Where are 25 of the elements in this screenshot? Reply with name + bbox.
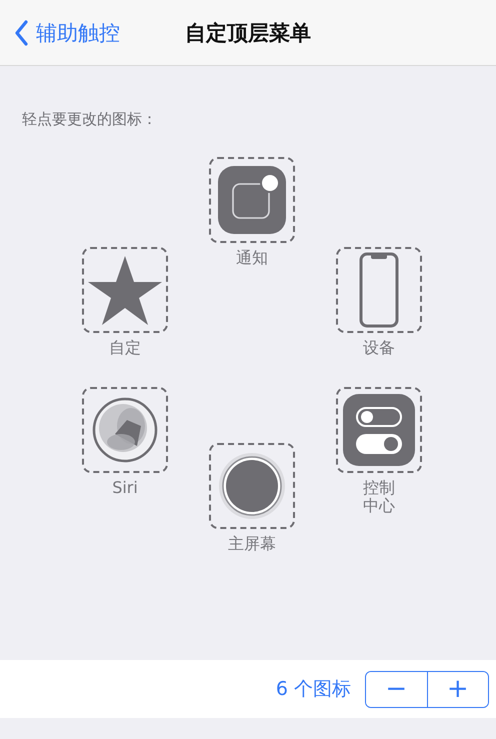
icon-label: 控制中心 <box>362 479 396 516</box>
back-label: 辅助触控 <box>36 20 120 46</box>
icon-label: 主屏幕 <box>228 535 276 554</box>
star-icon <box>87 254 163 326</box>
icon-slot[interactable] <box>336 387 422 473</box>
icon-label: Siri <box>112 479 138 498</box>
plus-button[interactable]: + <box>426 672 488 706</box>
icon-slot[interactable] <box>209 443 295 529</box>
siri-orb-icon <box>91 396 159 464</box>
icon-label: 设备 <box>363 339 395 358</box>
instruction-text: 轻点要更改的图标： <box>21 109 158 129</box>
phone-icon <box>359 252 399 328</box>
back-chevron-icon <box>14 20 28 46</box>
nav-title: 自定顶层菜单 <box>184 20 312 46</box>
home-button-icon <box>218 452 286 520</box>
icon-slot[interactable] <box>336 247 422 333</box>
icon-label: 自定 <box>109 339 141 358</box>
icon-label: 通知 <box>236 249 268 268</box>
icon-slot[interactable] <box>82 387 168 473</box>
notification-icon <box>218 166 286 234</box>
icon-slot[interactable] <box>82 247 168 333</box>
toggles-icon <box>343 394 415 466</box>
icon-count: 6 个图标 <box>276 677 351 702</box>
icon-slot[interactable] <box>209 157 295 243</box>
back-link[interactable]: 辅助触控 <box>14 18 120 46</box>
